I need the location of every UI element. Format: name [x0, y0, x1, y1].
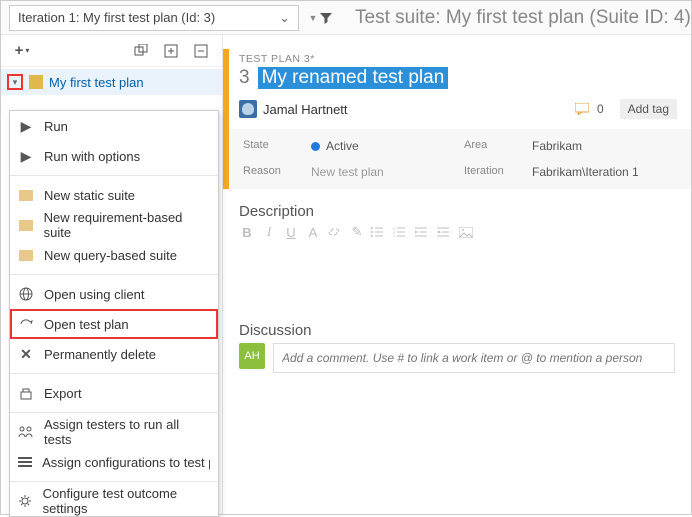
- state-label: State: [243, 139, 303, 153]
- menu-new-query-suite[interactable]: New query-based suite: [10, 240, 218, 270]
- menu-open-test-plan[interactable]: Open test plan: [10, 309, 218, 339]
- chevron-down-icon: ▾: [25, 46, 29, 55]
- play-icon: ▶: [18, 118, 34, 135]
- avatar: [239, 100, 257, 118]
- tree-row-test-plan[interactable]: ▾ My first test plan: [1, 69, 222, 95]
- collapse-icon[interactable]: [186, 39, 216, 63]
- caret-dropdown-icon[interactable]: ▼: [307, 13, 319, 23]
- work-item-id: 3: [239, 67, 250, 89]
- svg-text:3: 3: [393, 234, 396, 237]
- current-user-avatar: AH: [239, 343, 265, 369]
- comment-input[interactable]: [273, 343, 675, 373]
- menu-configure-outcome[interactable]: Configure test outcome settings: [10, 486, 218, 516]
- rich-text-toolbar: B I U A ✎ 123: [223, 224, 691, 248]
- outdent-icon[interactable]: [415, 227, 431, 237]
- discussion-heading: Discussion: [223, 308, 691, 343]
- link-icon[interactable]: [327, 227, 343, 237]
- iteration-select[interactable]: Iteration 1: My first test plan (Id: 3) …: [9, 5, 299, 31]
- testers-icon: [18, 426, 34, 438]
- config-icon: [18, 456, 32, 468]
- clear-format-icon[interactable]: ✎: [349, 224, 365, 240]
- menu-assign-testers[interactable]: Assign testers to run all tests: [10, 417, 218, 447]
- expand-icon[interactable]: [156, 39, 186, 63]
- iteration-field[interactable]: Fabrikam\Iteration 1: [532, 165, 677, 179]
- add-tag-button[interactable]: Add tag: [620, 99, 677, 119]
- chevron-down-icon: ⌄: [279, 10, 290, 26]
- number-list-icon[interactable]: 123: [393, 227, 409, 237]
- work-item-title-input[interactable]: My renamed test plan: [258, 67, 449, 89]
- context-menu: ▶ Run ▶ Run with options New static suit…: [9, 110, 219, 517]
- tree-row-label: My first test plan: [49, 75, 144, 90]
- menu-new-requirement-suite[interactable]: New requirement-based suite: [10, 210, 218, 240]
- menu-new-static-suite[interactable]: New static suite: [10, 180, 218, 210]
- underline-icon[interactable]: U: [283, 225, 299, 240]
- add-button[interactable]: +▾: [7, 39, 37, 63]
- folder-icon: [18, 190, 34, 201]
- state-field[interactable]: Active: [311, 139, 456, 153]
- menu-open-using-client[interactable]: Open using client: [10, 279, 218, 309]
- area-field[interactable]: Fabrikam: [532, 139, 677, 153]
- italic-icon[interactable]: I: [261, 224, 277, 240]
- menu-run[interactable]: ▶ Run: [10, 111, 218, 141]
- globe-icon: [18, 287, 34, 301]
- delete-icon: ✕: [18, 346, 34, 363]
- menu-export[interactable]: Export: [10, 378, 218, 408]
- comments-icon[interactable]: [575, 103, 589, 115]
- reason-label: Reason: [243, 165, 303, 179]
- area-label: Area: [464, 139, 524, 153]
- folder-icon: [18, 250, 34, 261]
- expander-icon[interactable]: ▾: [7, 74, 23, 90]
- menu-assign-configurations[interactable]: Assign configurations to test plan: [10, 447, 218, 477]
- description-heading: Description: [223, 189, 691, 224]
- export-icon: [18, 387, 34, 400]
- assignee-name[interactable]: Jamal Hartnett: [263, 102, 348, 117]
- suite-title: Test suite: My first test plan (Suite ID…: [355, 7, 691, 29]
- suite-icon: [29, 75, 43, 89]
- font-icon[interactable]: A: [305, 225, 321, 240]
- iteration-label: Iteration: [464, 165, 524, 179]
- iteration-select-label: Iteration 1: My first test plan (Id: 3): [18, 10, 215, 25]
- description-editor[interactable]: [223, 248, 691, 308]
- bullet-list-icon[interactable]: [371, 227, 387, 237]
- plus-icon: +: [15, 42, 24, 59]
- indent-icon[interactable]: [437, 227, 453, 237]
- comments-count: 0: [597, 102, 604, 116]
- work-item-type-label: TEST PLAN 3*: [239, 53, 677, 65]
- bold-icon[interactable]: B: [239, 225, 255, 240]
- reason-field[interactable]: New test plan: [311, 165, 456, 179]
- image-icon[interactable]: [459, 227, 475, 238]
- open-icon: [18, 318, 34, 330]
- menu-run-with-options[interactable]: ▶ Run with options: [10, 141, 218, 171]
- clone-icon[interactable]: [126, 39, 156, 63]
- folder-icon: [18, 220, 34, 231]
- gear-icon: [18, 494, 33, 508]
- play-icon: ▶: [18, 148, 34, 165]
- state-dot-icon: [311, 142, 320, 151]
- menu-permanently-delete[interactable]: ✕ Permanently delete: [10, 339, 218, 369]
- filter-icon[interactable]: [319, 11, 345, 25]
